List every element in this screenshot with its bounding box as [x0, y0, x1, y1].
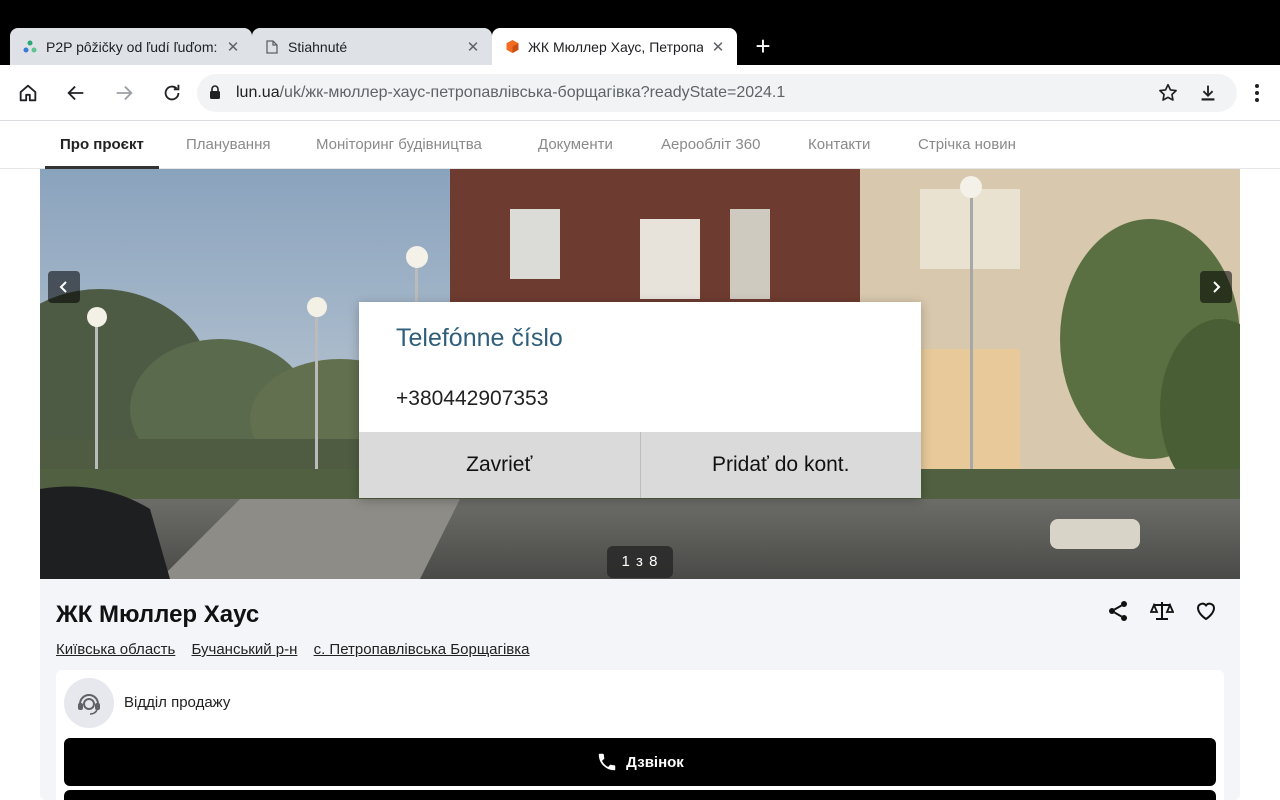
breadcrumb-district[interactable]: Бучанський р-н — [192, 641, 298, 658]
menu-icon[interactable] — [1246, 79, 1268, 107]
lun-favicon-icon — [504, 39, 520, 55]
p2p-favicon-icon — [22, 39, 38, 55]
gallery-prev-button[interactable] — [48, 271, 80, 303]
dialog-phone-number[interactable]: +380442907353 — [396, 387, 548, 411]
tab-documents[interactable]: Документи — [538, 121, 613, 169]
gallery-next-button[interactable] — [1200, 271, 1232, 303]
call-button-label: Дзвінок — [626, 753, 684, 771]
secondary-contact-button[interactable] — [64, 790, 1216, 800]
location-breadcrumb: Київська область Бучанський р-н с. Петро… — [56, 641, 542, 658]
avatar — [64, 678, 114, 728]
tab-construction-monitoring[interactable]: Моніторинг будівництва — [316, 121, 482, 169]
url-text: lun.ua/uk/жк-мюллер-хаус-петропавлівська… — [236, 84, 785, 102]
phone-number-dialog: Telefónne číslo +380442907353 Zavrieť Pr… — [359, 302, 921, 498]
chevron-right-icon — [1213, 281, 1221, 293]
tab-layouts[interactable]: Планування — [186, 121, 271, 169]
call-button[interactable]: Дзвінок — [64, 738, 1216, 786]
chevron-left-icon — [59, 281, 67, 293]
forward-icon[interactable] — [110, 79, 138, 107]
browser-tab-downloads[interactable]: Stiahnuté ✕ — [252, 28, 492, 65]
add-to-contacts-button[interactable]: Pridať do kont. — [641, 432, 922, 498]
close-tab-icon[interactable]: ✕ — [224, 38, 242, 56]
share-icon[interactable] — [1106, 599, 1130, 623]
support-agent-icon — [78, 694, 100, 715]
address-bar[interactable]: lun.ua/uk/жк-мюллер-хаус-петропавлівська… — [197, 74, 1237, 112]
heart-icon[interactable] — [1194, 599, 1218, 623]
compare-icon[interactable] — [1149, 599, 1175, 623]
browser-tab-lun[interactable]: ЖК Мюллер Хаус, Петропа ✕ — [492, 28, 737, 65]
tab-title: P2P pôžičky od ľudí ľuďom: P — [46, 38, 218, 55]
browser-tab-p2p[interactable]: P2P pôžičky od ľudí ľuďom: P ✕ — [10, 28, 252, 65]
new-tab-icon[interactable]: + — [750, 33, 776, 60]
url-path: /uk/жк-мюллер-хаус-петропавлівська-борща… — [279, 84, 786, 101]
project-title: ЖК Мюллер Хаус — [56, 601, 260, 628]
file-icon — [264, 39, 280, 55]
phone-icon — [598, 753, 616, 771]
tab-about-project[interactable]: Про проєкт — [45, 121, 159, 169]
tab-contacts[interactable]: Контакти — [808, 121, 870, 169]
close-button[interactable]: Zavrieť — [359, 432, 640, 498]
breadcrumb-region[interactable]: Київська область — [56, 641, 175, 658]
reload-icon[interactable] — [158, 79, 186, 107]
gallery-counter: 1 з 8 — [607, 546, 673, 578]
close-tab-icon[interactable]: ✕ — [464, 38, 482, 56]
star-icon[interactable] — [1157, 82, 1179, 109]
project-info-card: ЖК Мюллер Хаус Київська область Бучанськ… — [40, 579, 1240, 800]
close-tab-icon[interactable]: ✕ — [709, 38, 727, 56]
sales-department-label: Відділ продажу — [124, 694, 231, 711]
dialog-button-row: Zavrieť Pridať do kont. — [359, 432, 921, 498]
project-nav: Про проєкт Планування Моніторинг будівни… — [0, 121, 1280, 169]
tab-title: Stiahnuté — [288, 38, 348, 55]
dialog-title: Telefónne číslo — [396, 324, 563, 352]
tab-aerial-360[interactable]: Аерообліт 360 — [661, 121, 760, 169]
lock-icon[interactable] — [209, 85, 221, 105]
back-icon[interactable] — [62, 79, 90, 107]
download-icon[interactable] — [1197, 82, 1219, 109]
browser-toolbar: lun.ua/uk/жк-мюллер-хаус-петропавлівська… — [0, 65, 1280, 121]
tab-news-feed[interactable]: Стрічка новин — [918, 121, 1016, 169]
browser-tabstrip: P2P pôžičky od ľudí ľuďom: P ✕ Stiahnuté… — [0, 0, 1280, 65]
url-host: lun.ua — [236, 84, 280, 101]
tab-title: ЖК Мюллер Хаус, Петропа — [528, 38, 703, 55]
breadcrumb-village[interactable]: с. Петропавлівська Борщагівка — [314, 641, 530, 658]
home-icon[interactable] — [14, 79, 42, 107]
sales-department-card: Відділ продажу Дзвінок — [56, 670, 1224, 800]
